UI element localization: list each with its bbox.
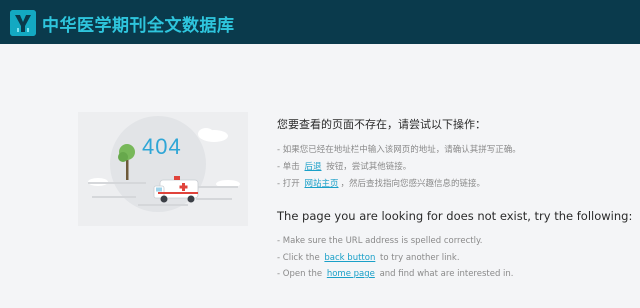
chinese-tip-home-suffix: ，然后查找指向您感兴趣信息的链接。 <box>340 179 486 189</box>
chinese-instructions: 您要查看的页面不存在，请尝试以下操作： - 如果您已经在地址栏中输入该网页的地址… <box>277 116 627 193</box>
english-tip-url: - Make sure the URL address is spelled c… <box>277 236 483 246</box>
error-code-404: 404 <box>142 134 182 159</box>
english-tip-back: - Click the back button to try another l… <box>277 250 627 267</box>
tree-icon <box>118 144 135 180</box>
back-button-link[interactable]: back button <box>324 253 375 263</box>
english-heading: The page you are looking for does not ex… <box>277 209 633 223</box>
chinese-tip-back-suffix: 按钮，尝试其他链接。 <box>326 162 412 172</box>
chinese-tip-url: - 如果您已经在地址栏中输入该网页的地址，请确认其拼写正确。 <box>277 145 521 155</box>
english-tip-home-prefix: - Open the <box>277 269 323 279</box>
home-link-zh[interactable]: 网站主页 <box>304 179 338 189</box>
chinese-tip-back: - 单击 后退 按钮，尝试其他链接。 <box>277 159 627 176</box>
chinese-tip-home: - 打开 网站主页 ，然后查找指向您感兴趣信息的链接。 <box>277 176 627 193</box>
english-tip-home-suffix: and find what are interested in. <box>379 269 514 279</box>
english-instructions: The page you are looking for does not ex… <box>277 209 633 283</box>
ambulance-icon <box>153 176 199 203</box>
error-404-illustration: 404 <box>78 112 248 226</box>
english-tip-home: - Open the home page and find what are i… <box>277 266 627 283</box>
logo-icon[interactable] <box>10 10 36 36</box>
back-link-zh[interactable]: 后退 <box>304 162 321 172</box>
header-bar: 中华医学期刊全文数据库 <box>0 0 640 44</box>
english-tip-back-suffix: to try another link. <box>380 252 460 263</box>
chinese-tip-home-prefix: - 打开 <box>277 179 300 189</box>
chinese-tip-back-prefix: - 单击 <box>277 162 300 172</box>
english-tip-back-prefix: - Click the <box>277 252 320 263</box>
chinese-heading: 您要查看的页面不存在，请尝试以下操作： <box>277 118 486 131</box>
site-logo-text[interactable]: 中华医学期刊全文数据库 <box>42 11 235 36</box>
home-page-link[interactable]: home page <box>327 269 375 279</box>
